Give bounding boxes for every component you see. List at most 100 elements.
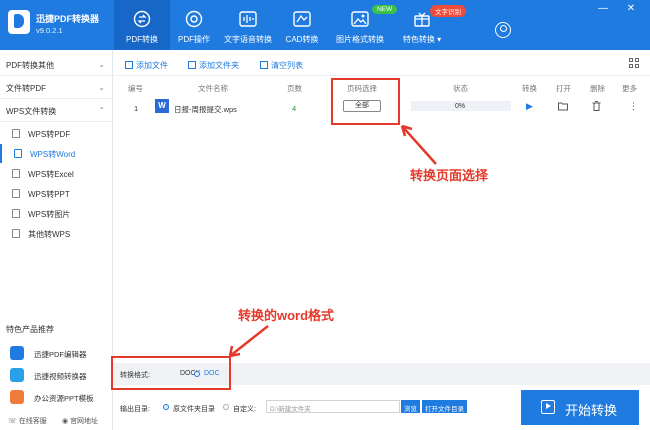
- add-file-button[interactable]: 添加文件: [125, 60, 168, 71]
- add-file-icon: [125, 61, 133, 69]
- pdf-editor-icon: [10, 346, 24, 360]
- file-icon: [14, 149, 22, 158]
- file-icon: [12, 229, 20, 238]
- radio-custom-dir[interactable]: [223, 404, 229, 410]
- open-folder-button[interactable]: 打开文件目录: [422, 400, 467, 413]
- category-label: WPS文件转换: [6, 107, 57, 116]
- tab-label: 文字语音转换: [224, 35, 272, 44]
- radio-source-dir[interactable]: [163, 404, 169, 410]
- product-label: 办公资源PPT模板: [34, 394, 94, 403]
- annotation-box-page-select: [331, 78, 400, 125]
- chevron-down-icon: ⌄: [98, 83, 105, 92]
- header-open: 打开: [556, 84, 571, 93]
- radio-doc[interactable]: [194, 371, 200, 377]
- file-icon: [12, 209, 20, 218]
- cad-icon: [293, 11, 311, 27]
- start-convert-button[interactable]: 开始转换: [521, 390, 639, 425]
- annotation-page-select: 转换页面选择: [410, 168, 489, 183]
- sidebar-category-wps[interactable]: WPS文件转换 ⌃: [0, 100, 113, 122]
- output-path-input[interactable]: D:\新建文件夹: [266, 400, 400, 413]
- output-label: 输出目录:: [120, 406, 150, 413]
- progress-percent: 0%: [455, 103, 466, 110]
- sidebar-item-other-to-wps[interactable]: 其他转WPS: [0, 224, 113, 243]
- sidebar-item-label: WPS转图片: [28, 210, 71, 219]
- browse-button[interactable]: 浏览: [401, 400, 420, 413]
- open-folder-icon[interactable]: [558, 102, 568, 111]
- source-dir-option[interactable]: 原文件夹目录: [173, 404, 215, 414]
- header-convert: 转换: [522, 84, 537, 93]
- start-convert-label: 开始转换: [565, 403, 618, 418]
- sidebar-item-wps-to-ppt[interactable]: WPS转PPT: [0, 184, 113, 203]
- user-icon[interactable]: [495, 22, 511, 38]
- sidebar-category-pdf-other[interactable]: PDF转换其他 ⌄: [0, 54, 113, 76]
- product-label: 迅捷PDF编辑器: [34, 350, 87, 359]
- add-folder-label: 添加文件夹: [199, 61, 239, 70]
- clear-list-label: 清空列表: [271, 61, 303, 70]
- file-icon: [12, 189, 20, 198]
- tab-label: 特色转换 ▾: [402, 35, 442, 44]
- close-button[interactable]: ✕: [624, 3, 638, 14]
- row-pages: 4: [292, 104, 297, 113]
- sidebar-item-wps-to-excel[interactable]: WPS转Excel: [0, 164, 113, 183]
- sidebar-item-label: WPS转PPT: [28, 190, 70, 199]
- format-option-doc[interactable]: DOC: [204, 370, 220, 377]
- sidebar-footer: ☏ 在线客服 ◉ 官网地址: [0, 411, 113, 430]
- category-label: 文件转PDF: [6, 84, 46, 93]
- app-name: 迅捷PDF转换器: [36, 14, 100, 24]
- product-ppt-templates[interactable]: 办公资源PPT模板: [0, 387, 113, 407]
- tab-text-speech[interactable]: 文字语音转换: [218, 0, 278, 50]
- tab-pdf-convert[interactable]: PDF转换: [114, 0, 170, 50]
- tab-label: 图片格式转换: [336, 35, 384, 44]
- product-label: 迅捷视频转换器: [34, 372, 87, 381]
- tab-cad-convert[interactable]: CAD转换: [274, 0, 330, 50]
- app-logo-icon: [8, 10, 30, 34]
- convert-icon: [133, 10, 151, 28]
- sidebar-item-label: WPS转Word: [30, 150, 76, 159]
- word-file-icon: W: [155, 99, 169, 113]
- category-label: PDF转换其他: [6, 61, 54, 70]
- website-link[interactable]: ◉ 官网地址: [62, 416, 98, 426]
- header-index: 编号: [128, 84, 143, 93]
- website-label: 官网地址: [70, 418, 99, 425]
- row-filename: 日报-周报提交.wps: [174, 105, 237, 114]
- annotation-arrow-icon: [400, 124, 437, 165]
- tab-pdf-operation[interactable]: PDF操作: [166, 0, 222, 50]
- sidebar-item-wps-to-image[interactable]: WPS转图片: [0, 204, 113, 223]
- tab-label: PDF转换: [126, 35, 158, 44]
- audio-icon: [239, 11, 257, 27]
- globe-icon: ◉: [62, 418, 69, 425]
- chevron-down-icon: ⌄: [98, 60, 105, 69]
- file-icon: [12, 169, 20, 178]
- add-folder-icon: [188, 61, 196, 69]
- custom-dir-option[interactable]: 自定义:: [233, 404, 256, 414]
- ocr-badge: 文字识别: [430, 5, 466, 17]
- header-status: 状态: [453, 84, 468, 93]
- play-icon: [541, 400, 555, 414]
- product-pdf-editor[interactable]: 迅捷PDF编辑器: [0, 343, 113, 363]
- convert-play-icon[interactable]: ▶: [526, 101, 533, 112]
- service-label: 在线客服: [18, 418, 47, 425]
- sidebar-category-file-to-pdf[interactable]: 文件转PDF ⌄: [0, 77, 113, 99]
- tab-label: CAD转换: [285, 35, 319, 44]
- grid-view-icon[interactable]: [629, 58, 639, 68]
- header-pages: 页数: [287, 84, 302, 93]
- tab-label: PDF操作: [178, 35, 210, 44]
- sidebar-item-wps-to-word[interactable]: WPS转Word: [0, 144, 113, 163]
- minimize-button[interactable]: —: [596, 3, 610, 14]
- product-video-converter[interactable]: 迅捷视频转换器: [0, 365, 113, 385]
- settings-icon: [185, 10, 203, 28]
- online-service-link[interactable]: ☏ 在线客服: [8, 416, 47, 426]
- add-folder-button[interactable]: 添加文件夹: [188, 60, 239, 71]
- clear-list-button[interactable]: 清空列表: [260, 60, 303, 71]
- top-nav-bar: 迅捷PDF转换器 v9.0.2.1 PDF转换 PDF操作 文字语音转换 CAD…: [0, 0, 650, 50]
- delete-icon[interactable]: [592, 101, 601, 111]
- sidebar-item-wps-to-pdf[interactable]: WPS转PDF: [0, 124, 113, 143]
- video-converter-icon: [10, 368, 24, 382]
- row-index: 1: [134, 104, 139, 113]
- sidebar-item-label: 其他转WPS: [28, 230, 71, 239]
- ppt-template-icon: [10, 390, 24, 404]
- sidebar: PDF转换其他 ⌄ 文件转PDF ⌄ WPS文件转换 ⌃ WPS转PDF WPS…: [0, 50, 113, 430]
- more-icon[interactable]: ⋮: [629, 101, 638, 112]
- header-more: 更多: [622, 84, 637, 93]
- sidebar-item-label: WPS转Excel: [28, 170, 74, 179]
